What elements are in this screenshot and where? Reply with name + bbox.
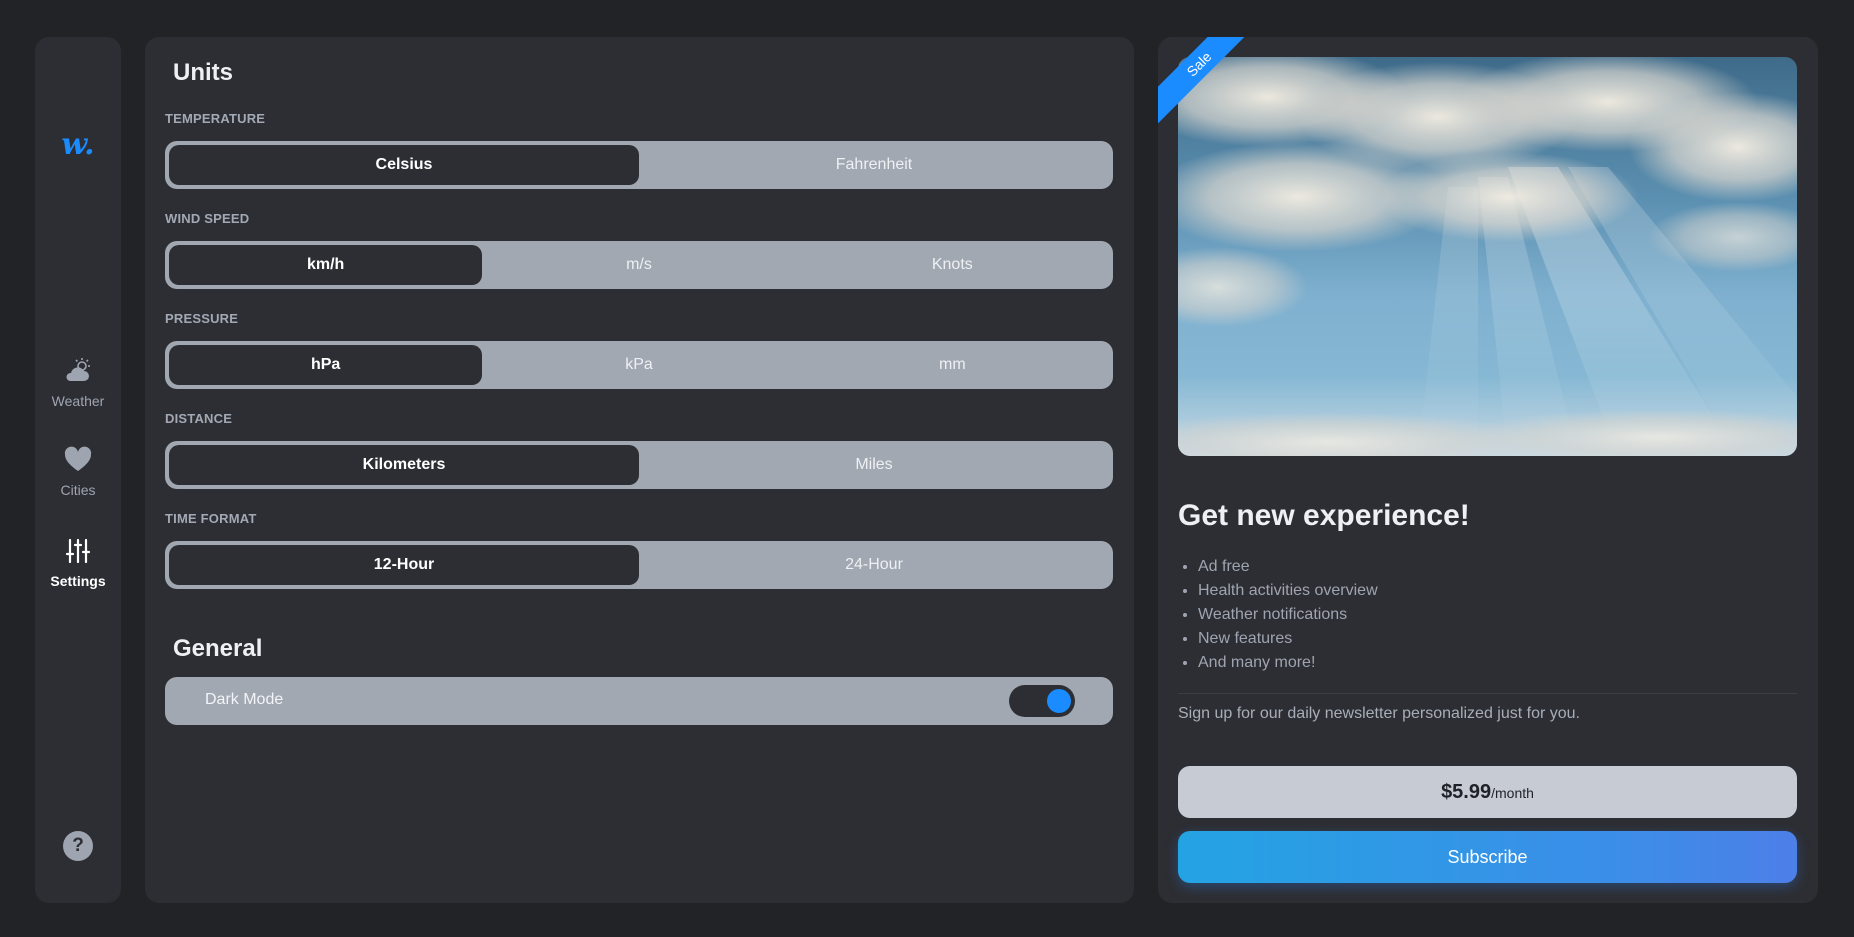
heart-icon bbox=[64, 446, 92, 471]
pressure-option-kpa[interactable]: kPa bbox=[482, 345, 795, 385]
nav-item-cities[interactable]: Cities bbox=[35, 444, 121, 498]
wind-speed-segmented-control: km/h m/s Knots bbox=[165, 241, 1113, 289]
feature-item: And many more! bbox=[1198, 651, 1378, 675]
feature-item: New features bbox=[1198, 627, 1378, 651]
toggle-knob bbox=[1047, 689, 1071, 713]
wind-option-ms[interactable]: m/s bbox=[482, 245, 795, 285]
pressure-label: PRESSURE bbox=[165, 311, 239, 326]
units-title: Units bbox=[173, 59, 233, 86]
distance-label: DISTANCE bbox=[165, 411, 233, 426]
time-format-label: TIME FORMAT bbox=[165, 511, 257, 526]
feature-list: Ad free Health activities overview Weath… bbox=[1198, 555, 1378, 675]
pressure-option-mm[interactable]: mm bbox=[796, 345, 1109, 385]
nav-label-settings: Settings bbox=[50, 573, 106, 589]
time-option-24-hour[interactable]: 24-Hour bbox=[639, 545, 1109, 585]
app-logo[interactable]: w. bbox=[35, 127, 121, 162]
nav-label-cities: Cities bbox=[60, 482, 96, 498]
price-display: $5.99/month bbox=[1178, 766, 1797, 818]
app-root: w. Weather Cities Settings ? Units TEMPE… bbox=[0, 0, 1854, 937]
temperature-option-fahrenheit[interactable]: Fahrenheit bbox=[639, 145, 1109, 185]
price-period: /month bbox=[1491, 785, 1534, 801]
distance-option-miles[interactable]: Miles bbox=[639, 445, 1109, 485]
partly-cloudy-icon bbox=[66, 358, 90, 381]
dark-mode-row: Dark Mode bbox=[165, 677, 1113, 725]
general-title: General bbox=[173, 635, 263, 662]
subscribe-button[interactable]: Subscribe bbox=[1178, 831, 1797, 883]
feature-item: Weather notifications bbox=[1198, 603, 1378, 627]
sidebar: w. Weather Cities Settings ? bbox=[35, 37, 121, 903]
dark-mode-label: Dark Mode bbox=[205, 691, 284, 708]
pressure-segmented-control: hPa kPa mm bbox=[165, 341, 1113, 389]
feature-item: Ad free bbox=[1198, 555, 1378, 579]
sky-hero-image bbox=[1178, 57, 1797, 456]
wind-option-knots[interactable]: Knots bbox=[796, 245, 1109, 285]
promo-title: Get new experience! bbox=[1178, 499, 1470, 532]
distance-segmented-control: Kilometers Miles bbox=[165, 441, 1113, 489]
dark-mode-toggle[interactable] bbox=[1009, 685, 1075, 717]
time-format-segmented-control: 12-Hour 24-Hour bbox=[165, 541, 1113, 589]
price-amount: $5.99 bbox=[1441, 781, 1492, 803]
wind-speed-label: WIND SPEED bbox=[165, 211, 250, 226]
nav-item-weather[interactable]: Weather bbox=[35, 355, 121, 409]
promo-panel: Sale Get new experience! Ad free Health … bbox=[1158, 37, 1818, 903]
time-option-12-hour[interactable]: 12-Hour bbox=[169, 545, 639, 585]
help-button[interactable]: ? bbox=[63, 831, 93, 861]
divider bbox=[1178, 693, 1797, 694]
nav-item-settings[interactable]: Settings bbox=[35, 535, 121, 589]
sliders-icon bbox=[65, 538, 91, 564]
pressure-option-hpa[interactable]: hPa bbox=[169, 345, 483, 385]
distance-option-kilometers[interactable]: Kilometers bbox=[169, 445, 639, 485]
temperature-label: TEMPERATURE bbox=[165, 111, 266, 126]
nav-label-weather: Weather bbox=[51, 393, 105, 409]
temperature-option-celsius[interactable]: Celsius bbox=[169, 145, 639, 185]
settings-panel: Units TEMPERATURE Celsius Fahrenheit WIN… bbox=[145, 37, 1134, 903]
feature-item: Health activities overview bbox=[1198, 579, 1378, 603]
newsletter-text: Sign up for our daily newsletter persona… bbox=[1178, 705, 1580, 722]
temperature-segmented-control: Celsius Fahrenheit bbox=[165, 141, 1113, 189]
wind-option-kmh[interactable]: km/h bbox=[169, 245, 483, 285]
